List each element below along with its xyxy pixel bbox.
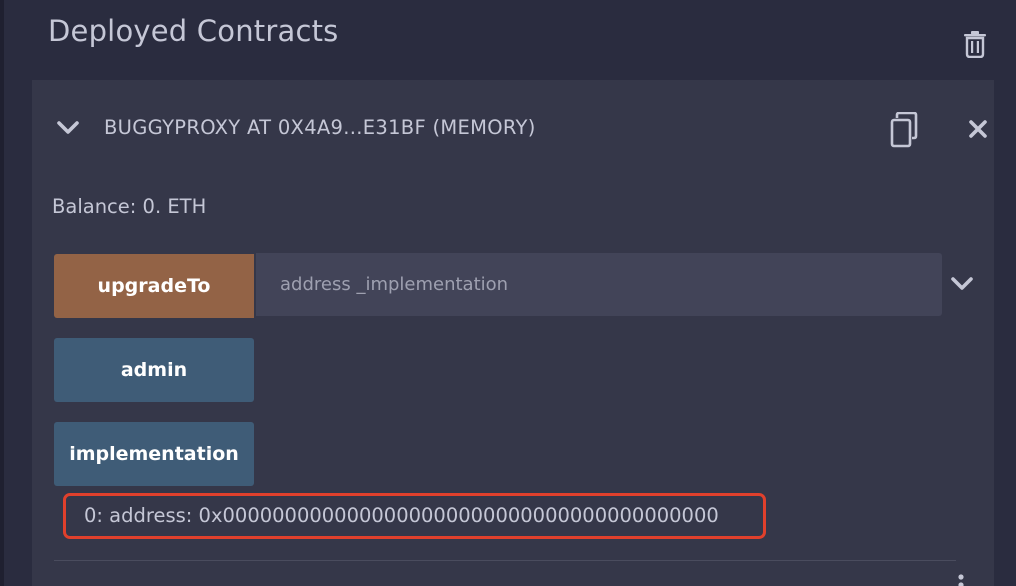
chevron-down-icon[interactable] xyxy=(950,273,974,295)
section-title: Deployed Contracts xyxy=(48,14,339,48)
side-panel-edge xyxy=(0,0,4,586)
call-result: 0: address: 0x00000000000000000000000000… xyxy=(84,504,719,527)
implementation-button[interactable]: implementation xyxy=(54,422,254,486)
close-icon[interactable] xyxy=(966,117,990,141)
divider xyxy=(54,560,956,561)
copy-icon[interactable] xyxy=(888,112,922,148)
balance-label: Balance: 0. ETH xyxy=(52,195,207,218)
trash-icon[interactable] xyxy=(962,30,988,58)
deployed-contracts-view: Deployed Contracts BUGGYPROXY AT 0X4A9..… xyxy=(0,0,1016,586)
admin-button[interactable]: admin xyxy=(54,338,254,402)
kebab-menu-icon[interactable] xyxy=(956,574,966,586)
upgrade-to-button[interactable]: upgradeTo xyxy=(54,254,254,318)
contract-title[interactable]: BUGGYPROXY AT 0X4A9...E31BF (MEMORY) xyxy=(104,116,536,139)
implementation-address-input[interactable] xyxy=(256,253,942,316)
chevron-down-icon[interactable] xyxy=(56,117,80,139)
